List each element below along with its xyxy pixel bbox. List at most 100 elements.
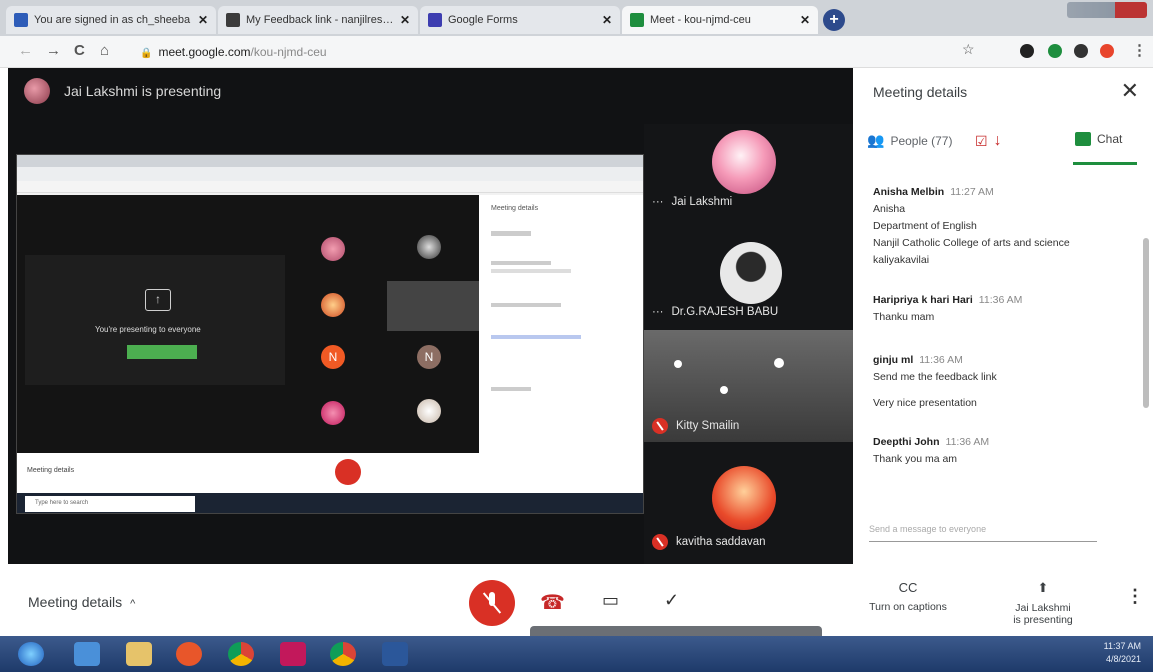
shared-panel-line — [491, 269, 571, 273]
explorer-icon[interactable] — [126, 642, 152, 666]
shared-avatar — [417, 235, 441, 259]
tab-attendance[interactable]: ☑ ↓ — [975, 132, 1002, 150]
chrome-icon[interactable] — [228, 642, 254, 666]
sharing-bar-handle[interactable] — [530, 626, 822, 636]
message-line: kaliyakavilai — [873, 254, 930, 266]
window-controls[interactable] — [1067, 2, 1147, 18]
message-line: Anisha — [873, 203, 906, 215]
participant-tile[interactable]: kavitha saddavan — [644, 442, 853, 564]
tab-people[interactable]: 👥 People (77) — [867, 132, 952, 149]
tab-feedback-link[interactable]: My Feedback link - nanjilresearchc ✕ — [218, 6, 418, 34]
participant-avatar — [720, 242, 782, 304]
captions-button[interactable]: CC Turn on captions — [860, 580, 956, 613]
video-stage: Jai Lakshmi is presenting ↑ You're prese… — [8, 68, 853, 564]
shared-stop-button — [127, 345, 197, 359]
tab-favicon-icon — [14, 13, 28, 27]
address-bar: ← → C ⌂ 🔒 meet.google.com/kou-njmd-ceu ☆ … — [0, 36, 1153, 68]
profile-avatar[interactable] — [1100, 44, 1114, 58]
mic-off-icon — [652, 534, 668, 550]
forward-icon[interactable]: → — [46, 42, 61, 59]
clock-time: 11:37 AM — [1103, 641, 1141, 651]
tab-favicon-icon — [428, 13, 442, 27]
shared-side-panel: Meeting details — [479, 195, 643, 453]
meeting-details-button[interactable]: Meeting details ^ — [28, 594, 135, 610]
system-tray[interactable]: 11:37 AM 4/8/2021 — [1104, 640, 1141, 666]
participant-tile[interactable]: Kitty Smailin — [644, 330, 853, 442]
more-icon: ··· — [652, 196, 664, 208]
check-icon[interactable]: ✓ — [664, 590, 679, 611]
close-panel-icon[interactable]: ✕ — [1121, 78, 1139, 104]
people-icon: 👥 — [867, 132, 885, 148]
chat-message: Anisha Melbin 11:27 AM Anisha Department … — [873, 186, 1123, 266]
participant-tile[interactable]: ··· Dr.G.RAJESH BABU — [644, 240, 853, 330]
clock-date: 4/8/2021 — [1105, 654, 1141, 664]
tab-close-icon[interactable]: ✕ — [602, 13, 612, 27]
message-time: 11:27 AM — [950, 186, 994, 198]
shared-avatar — [417, 399, 441, 423]
tab-chat[interactable]: Chat — [1075, 132, 1122, 146]
shared-panel-line — [491, 335, 581, 339]
present-screen-icon: ⬆ — [1037, 580, 1049, 595]
shared-bookmarks — [17, 181, 643, 193]
presenter-avatar — [24, 78, 50, 104]
presenting-line2: is presenting — [1013, 614, 1073, 626]
participant-tile[interactable]: ··· Jai Lakshmi — [644, 124, 853, 240]
mic-off-button[interactable] — [469, 580, 515, 626]
shared-avatar-n: N — [417, 345, 441, 369]
shared-mic-button — [335, 459, 361, 485]
camera-icon[interactable]: ▭ — [602, 590, 619, 611]
message-sender: ginju ml — [873, 354, 914, 366]
participant-name: kavitha saddavan — [652, 534, 766, 550]
hangup-icon[interactable]: ☎ — [540, 590, 565, 615]
extensions-puzzle-icon[interactable] — [1074, 44, 1088, 58]
url-path: /kou-njmd-ceu — [250, 45, 327, 59]
shared-video-tile — [387, 281, 479, 331]
chat-scrollbar[interactable] — [1143, 238, 1149, 408]
meet-app: Jai Lakshmi is presenting ↑ You're prese… — [0, 68, 1153, 636]
back-icon[interactable]: ← — [18, 42, 33, 59]
message-line: Very nice presentation — [873, 397, 977, 409]
extension-check-icon[interactable] — [1020, 44, 1034, 58]
message-line: Send me the feedback link — [873, 371, 997, 383]
chat-message: ginju ml 11:36 AM Send me the feedback li… — [873, 354, 1123, 409]
word-icon[interactable] — [382, 642, 408, 666]
bookmark-star-icon[interactable]: ☆ — [962, 41, 975, 58]
new-tab-button[interactable]: + — [823, 9, 845, 31]
ie-icon[interactable] — [74, 642, 100, 666]
tab-google-forms[interactable]: Google Forms ✕ — [420, 6, 620, 34]
home-icon[interactable]: ⌂ — [100, 42, 109, 59]
reload-icon[interactable]: C — [74, 42, 85, 59]
presenting-button[interactable]: ⬆ Jai Lakshmi is presenting — [1000, 580, 1086, 626]
chat-input[interactable]: Send a message to everyone — [869, 520, 1097, 542]
message-sender: Deepthi John — [873, 436, 940, 448]
tab-close-icon[interactable]: ✕ — [800, 13, 810, 27]
message-line: Thank you ma am — [873, 453, 958, 465]
active-tab-indicator — [1073, 162, 1137, 165]
mic-off-icon — [652, 418, 668, 434]
shared-avatar — [321, 293, 345, 317]
presenting-banner: Jai Lakshmi is presenting — [24, 78, 221, 104]
url-field[interactable]: 🔒 meet.google.com/kou-njmd-ceu — [140, 45, 327, 59]
participant-avatar — [712, 130, 776, 194]
more-options-icon[interactable]: ⋮ — [1126, 586, 1144, 607]
app-icon[interactable] — [280, 642, 306, 666]
captions-label: Turn on captions — [869, 601, 947, 613]
participant-avatar — [712, 466, 776, 530]
chrome-icon[interactable] — [330, 642, 356, 666]
light-spot — [774, 358, 784, 368]
shared-present-box: ↑ You're presenting to everyone — [25, 255, 285, 385]
media-player-icon[interactable] — [176, 642, 202, 666]
tab-close-icon[interactable]: ✕ — [198, 13, 208, 27]
chat-message: Deepthi John 11:36 AM Thank you ma am — [873, 436, 1123, 465]
tab-signed-in[interactable]: You are signed in as ch_sheeba ✕ — [6, 6, 216, 34]
extension-green-icon[interactable] — [1048, 44, 1062, 58]
tab-meet[interactable]: Meet - kou-njmd-ceu ✕ — [622, 6, 818, 34]
browser-menu-icon[interactable]: ⋮ — [1132, 41, 1147, 59]
tab-close-icon[interactable]: ✕ — [400, 13, 410, 27]
shared-panel-line — [491, 387, 531, 391]
meeting-details-panel: Meeting details ✕ 👥 People (77) ☑ ↓ Chat… — [853, 68, 1153, 564]
chat-icon — [1075, 132, 1091, 146]
tab-label: You are signed in as ch_sheeba — [34, 14, 191, 26]
participant-name: ··· Jai Lakshmi — [652, 196, 733, 208]
start-button-icon[interactable] — [18, 642, 44, 666]
